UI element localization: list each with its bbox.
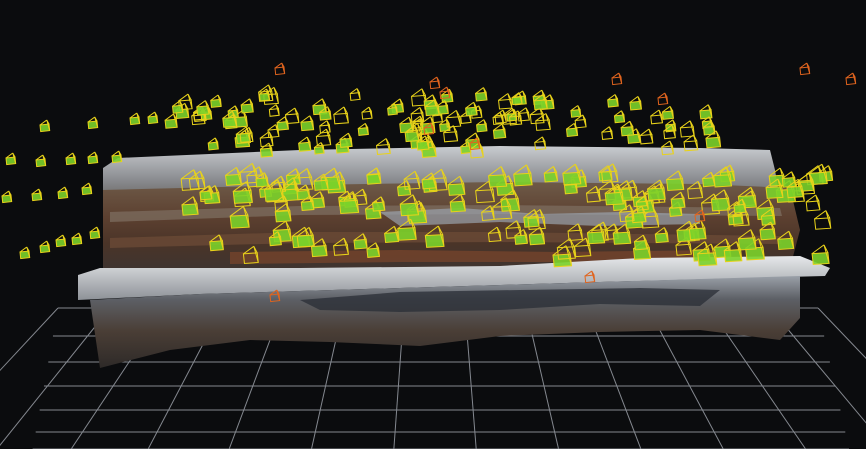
grid-line bbox=[817, 307, 866, 359]
aligned-camera-icon[interactable] bbox=[1, 190, 13, 204]
unaligned-camera-icon[interactable] bbox=[657, 92, 669, 106]
aligned-camera-icon[interactable] bbox=[57, 186, 69, 200]
aligned-camera-icon[interactable] bbox=[333, 106, 349, 125]
aligned-camera-icon[interactable] bbox=[171, 100, 184, 114]
aligned-camera-icon[interactable] bbox=[319, 120, 331, 134]
aligned-camera-icon[interactable] bbox=[259, 142, 274, 158]
aligned-camera-icon[interactable] bbox=[31, 188, 43, 202]
unaligned-camera-icon[interactable] bbox=[611, 72, 623, 86]
aligned-camera-icon[interactable] bbox=[511, 92, 523, 106]
grid-line bbox=[0, 307, 59, 372]
aligned-camera-icon[interactable] bbox=[601, 126, 614, 140]
aligned-camera-icon[interactable] bbox=[300, 115, 315, 132]
aligned-camera-icon[interactable] bbox=[620, 120, 635, 137]
grid-line bbox=[0, 307, 111, 446]
aligned-camera-icon[interactable] bbox=[814, 210, 832, 230]
aligned-camera-icon[interactable] bbox=[781, 171, 797, 188]
aligned-camera-icon[interactable] bbox=[460, 141, 472, 155]
aligned-camera-icon[interactable] bbox=[235, 126, 252, 145]
aligned-camera-icon[interactable] bbox=[39, 119, 51, 133]
aligned-camera-icon[interactable] bbox=[164, 113, 178, 129]
aligned-camera-icon[interactable] bbox=[570, 105, 582, 118]
scene-canvas[interactable] bbox=[0, 0, 866, 449]
unaligned-camera-icon[interactable] bbox=[845, 72, 857, 86]
aligned-camera-icon[interactable] bbox=[207, 137, 219, 151]
aligned-camera-icon[interactable] bbox=[357, 122, 369, 136]
aligned-camera-icon[interactable] bbox=[35, 154, 47, 168]
aligned-camera-icon[interactable] bbox=[497, 93, 513, 110]
aligned-camera-icon[interactable] bbox=[387, 103, 398, 116]
aligned-camera-icon[interactable] bbox=[111, 150, 123, 164]
aligned-camera-icon[interactable] bbox=[679, 120, 695, 138]
aligned-camera-icon[interactable] bbox=[650, 109, 664, 125]
aligned-camera-icon[interactable] bbox=[361, 106, 373, 120]
aligned-camera-icon[interactable] bbox=[276, 116, 289, 131]
aligned-camera-icon[interactable] bbox=[129, 112, 141, 126]
aligned-camera-icon[interactable] bbox=[268, 104, 280, 117]
unaligned-camera-icon[interactable] bbox=[799, 62, 811, 76]
aligned-camera-icon[interactable] bbox=[298, 136, 312, 152]
aligned-camera-icon[interactable] bbox=[811, 244, 830, 265]
aligned-camera-icon[interactable] bbox=[661, 105, 675, 120]
aligned-camera-icon[interactable] bbox=[39, 240, 51, 254]
aligned-camera-icon[interactable] bbox=[19, 246, 31, 260]
aligned-camera-icon[interactable] bbox=[87, 116, 99, 130]
aligned-camera-icon[interactable] bbox=[196, 100, 210, 116]
aligned-camera-icon[interactable] bbox=[349, 88, 361, 101]
aligned-camera-icon[interactable] bbox=[465, 101, 478, 117]
aligned-camera-icon[interactable] bbox=[147, 111, 159, 125]
aligned-camera-icon[interactable] bbox=[629, 96, 643, 111]
aligned-camera-icon[interactable] bbox=[240, 98, 254, 114]
aligned-camera-icon[interactable] bbox=[210, 94, 222, 108]
aligned-camera-icon[interactable] bbox=[639, 128, 654, 145]
aligned-camera-icon[interactable] bbox=[55, 234, 67, 248]
aligned-camera-icon[interactable] bbox=[607, 94, 619, 108]
3d-viewport[interactable] bbox=[0, 0, 866, 449]
aligned-camera-icon[interactable] bbox=[476, 119, 488, 133]
aligned-camera-icon[interactable] bbox=[89, 226, 101, 240]
aligned-camera-icon[interactable] bbox=[474, 87, 488, 102]
aligned-camera-icon[interactable] bbox=[492, 123, 507, 139]
aligned-camera-icon[interactable] bbox=[81, 182, 93, 196]
aligned-camera-icon[interactable] bbox=[87, 151, 99, 165]
aligned-camera-icon[interactable] bbox=[313, 142, 325, 155]
aligned-camera-icon[interactable] bbox=[65, 152, 77, 166]
aligned-camera-icon[interactable] bbox=[5, 152, 17, 166]
aligned-camera-icon[interactable] bbox=[339, 132, 353, 148]
unaligned-camera-icon[interactable] bbox=[429, 76, 441, 90]
unaligned-camera-icon[interactable] bbox=[274, 62, 286, 76]
aligned-camera-icon[interactable] bbox=[71, 232, 83, 246]
aligned-camera-icon[interactable] bbox=[805, 194, 821, 212]
aligned-camera-icon[interactable] bbox=[613, 110, 626, 124]
aligned-camera-icon[interactable] bbox=[699, 104, 713, 120]
